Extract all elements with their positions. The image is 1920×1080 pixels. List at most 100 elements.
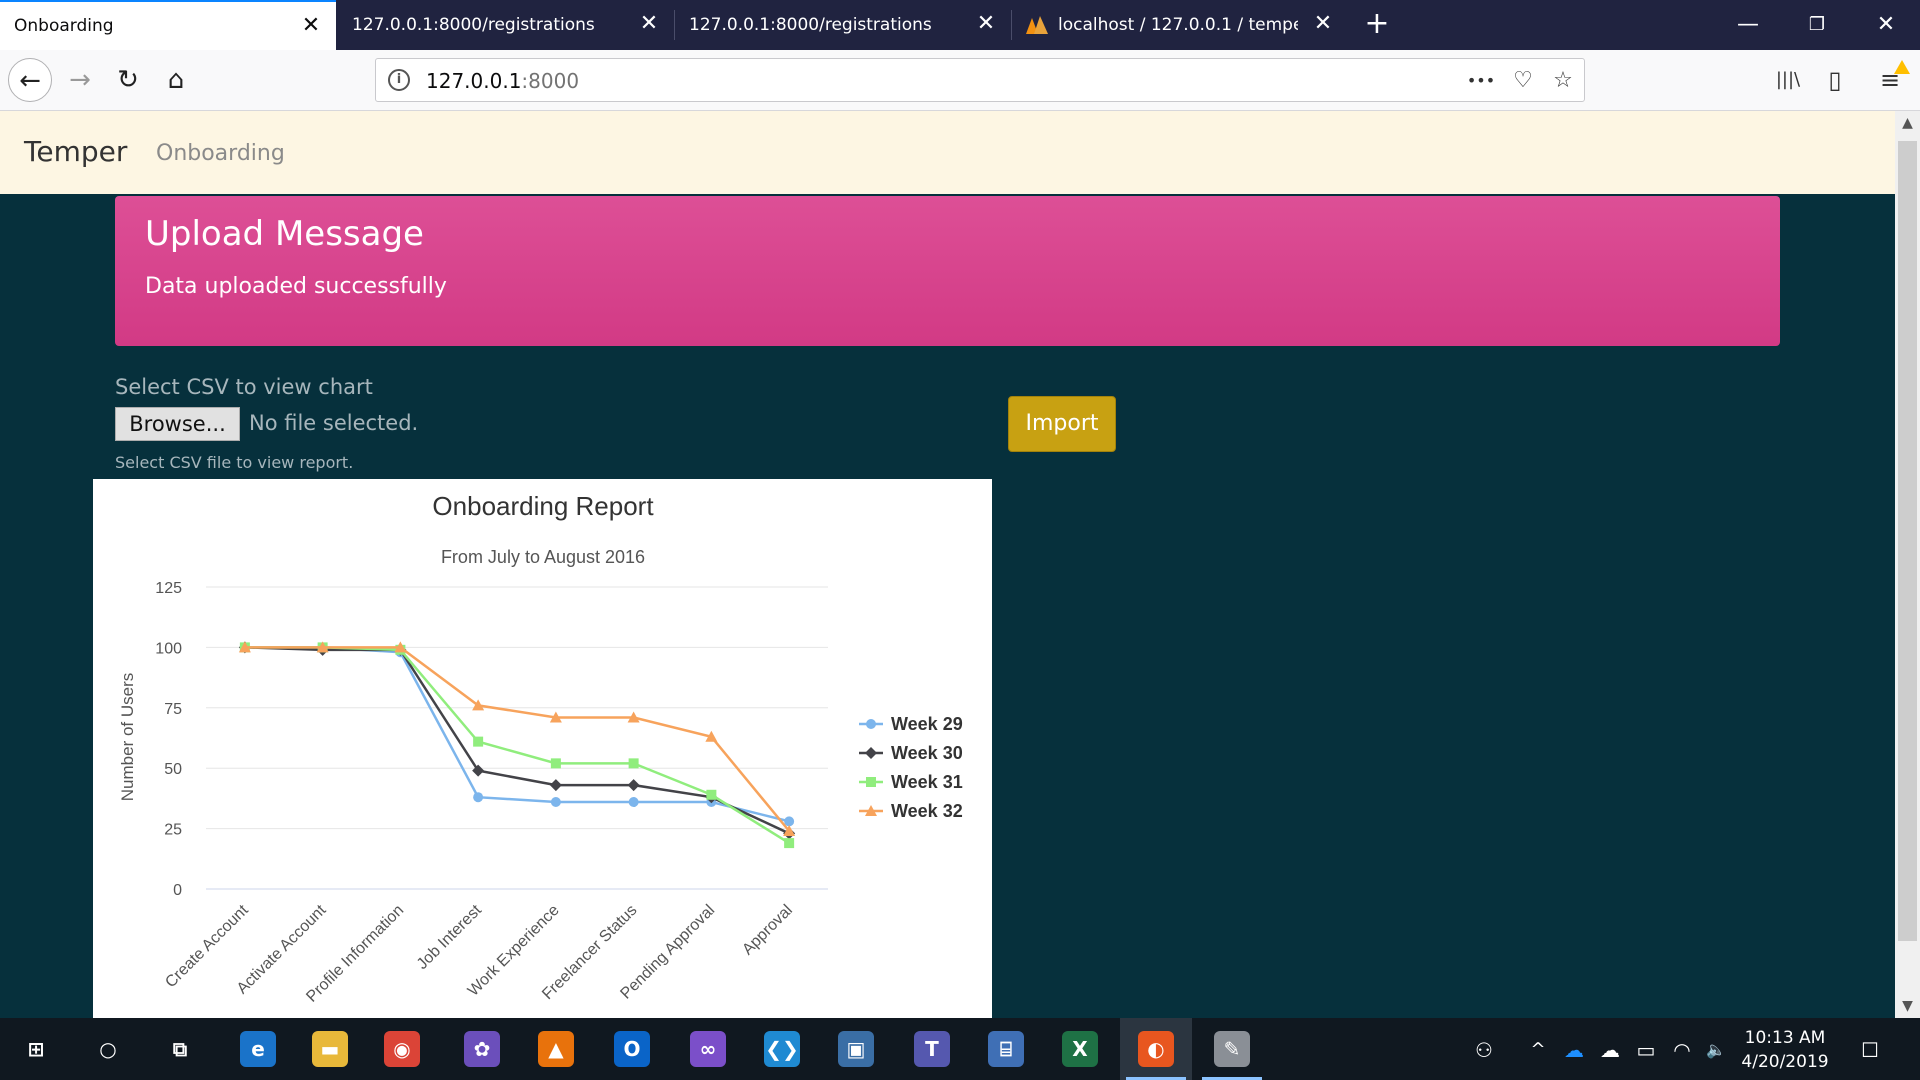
clock-time: 10:13 AM [1744,1028,1826,1048]
firefox-taskbar-icon[interactable]: ◐ [1120,1018,1192,1080]
nav-link-onboarding[interactable]: Onboarding [156,141,285,166]
scroll-down-icon[interactable]: ▼ [1895,994,1920,1018]
teams-taskbar-icon[interactable]: T [896,1018,968,1080]
restore-button[interactable]: ❐ [1787,0,1847,50]
bookmark-star-icon[interactable]: ☆ [1548,67,1578,95]
edge-taskbar-icon[interactable]: e [222,1018,294,1080]
file-status-text: No file selected. [249,411,419,435]
paint-icon: ✎ [1214,1031,1250,1067]
page-actions-icon[interactable]: ••• [1466,67,1496,95]
site-info-icon[interactable]: i [388,69,410,91]
menu-icon[interactable]: ≡ [1870,60,1910,100]
teams-icon: T [914,1031,950,1067]
pocket-icon[interactable]: ♡ [1508,67,1538,95]
data-point [549,779,562,792]
y-axis-ticks: 0 25 50 75 100 125 [155,580,182,899]
vlc-icon: ▲ [538,1031,574,1067]
forward-button[interactable]: → [58,58,102,102]
onedrive-icon[interactable]: ☁ [1560,1036,1588,1064]
remote-desktop-taskbar-icon[interactable]: ▣ [820,1018,892,1080]
legend-item[interactable]: Week 29 [891,714,963,734]
url-text[interactable]: 127.0.0.1:8000 [426,69,579,93]
series-line-week-31 [244,646,790,845]
chart-title: Onboarding Report [432,491,654,521]
site-navbar: Temper Onboarding [0,111,1895,194]
visual-studio-icon: ∞ [690,1031,726,1067]
library-icon[interactable]: |||\ [1768,60,1808,100]
upload-alert: Upload Message Data uploaded successfull… [115,196,1780,346]
legend-item[interactable]: Week 31 [891,772,963,792]
paint-3d-icon: ✿ [464,1031,500,1067]
alert-message: Data uploaded successfully [145,274,447,299]
y-tick-label: 100 [155,640,182,657]
browse-button[interactable]: Browse... [115,407,240,441]
new-tab-button[interactable]: + [1360,8,1394,42]
close-icon[interactable]: ✕ [300,15,322,37]
volume-icon[interactable]: 🔈 [1702,1036,1730,1064]
cloud-icon[interactable]: ☁ [1596,1036,1624,1064]
data-point [472,764,485,777]
address-bar[interactable]: i 127.0.0.1:8000 ••• ♡ ☆ [375,58,1585,102]
network-tool-taskbar-icon[interactable]: ⌸ [970,1018,1042,1080]
vertical-scrollbar[interactable]: ▲ ▼ [1895,111,1920,1018]
legend-item[interactable]: Week 32 [891,801,963,821]
scroll-thumb[interactable] [1898,141,1917,941]
task-view-taskbar-icon[interactable]: ⧉ [144,1018,216,1080]
reload-button[interactable]: ↻ [106,58,150,102]
phpmyadmin-icon [1026,16,1048,34]
alert-title: Upload Message [145,214,424,254]
show-hidden-icons-icon[interactable]: ^ [1524,1036,1552,1064]
tab-registrations-2[interactable]: 127.0.0.1:8000/registrations ✕ [675,0,1011,50]
minimize-button[interactable]: — [1718,0,1778,50]
excel-taskbar-icon[interactable]: X [1044,1018,1116,1080]
close-icon[interactable]: ✕ [1312,13,1334,35]
x-tick-label: Job Interest [414,901,486,973]
close-icon[interactable]: ✕ [975,13,997,35]
scroll-up-icon[interactable]: ▲ [1895,111,1920,135]
windows-start-taskbar-icon[interactable]: ⊞ [0,1018,72,1080]
outlook-icon: O [614,1031,650,1067]
site-brand[interactable]: Temper [24,135,127,168]
battery-icon[interactable]: ▭ [1632,1036,1660,1064]
vs-code-taskbar-icon[interactable]: ❮❯ [746,1018,818,1080]
legend-item[interactable]: Week 30 [891,743,963,763]
window-close-button[interactable]: ✕ [1856,0,1916,50]
data-point [627,779,640,792]
remote-desktop-icon: ▣ [838,1031,874,1067]
data-point [628,758,639,769]
page-content: Temper Onboarding Upload Message Data up… [0,111,1895,1018]
file-explorer-taskbar-icon[interactable]: ▬ [294,1018,366,1080]
x-tick-label: Create Account [162,901,252,991]
tab-strip: Onboarding ✕ 127.0.0.1:8000/registration… [0,0,1920,50]
clock-date: 4/20/2019 [1741,1052,1829,1072]
vlc-taskbar-icon[interactable]: ▲ [520,1018,592,1080]
notifications-icon[interactable]: ☐ [1856,1036,1884,1064]
wifi-icon[interactable]: ◠ [1668,1036,1696,1064]
navigation-toolbar: ← → ↻ ⌂ i 127.0.0.1:8000 ••• ♡ ☆ |||\ ▯ … [0,50,1920,111]
tab-title: localhost / 127.0.0.1 / temper / [1058,15,1298,35]
back-button[interactable]: ← [8,58,52,102]
people-icon[interactable]: ⚇ [1470,1036,1498,1064]
sidebar-icon[interactable]: ▯ [1815,60,1855,100]
close-icon[interactable]: ✕ [638,13,660,35]
tab-onboarding[interactable]: Onboarding ✕ [0,0,336,50]
outlook-taskbar-icon[interactable]: O [596,1018,668,1080]
warning-icon [1894,60,1910,74]
paint-3d-taskbar-icon[interactable]: ✿ [446,1018,518,1080]
clock[interactable]: 10:13 AM 4/20/2019 [1735,1026,1835,1074]
home-button[interactable]: ⌂ [154,58,198,102]
onboarding-chart: Onboarding Report From July to August 20… [93,479,992,1018]
network-tool-icon: ⌸ [988,1031,1024,1067]
y-tick-label: 125 [155,580,182,597]
import-button[interactable]: Import [1008,396,1116,452]
help-text: Select CSV file to view report. [115,453,354,472]
tab-phpmyadmin[interactable]: localhost / 127.0.0.1 / temper / ✕ [1012,0,1348,50]
tab-registrations-1[interactable]: 127.0.0.1:8000/registrations ✕ [338,0,674,50]
task-view-icon: ⧉ [162,1031,198,1067]
tab-title: Onboarding [14,16,114,36]
visual-studio-taskbar-icon[interactable]: ∞ [672,1018,744,1080]
chrome-taskbar-icon[interactable]: ◉ [366,1018,438,1080]
paint-taskbar-icon[interactable]: ✎ [1196,1018,1268,1080]
cortana-taskbar-icon[interactable]: ○ [72,1018,144,1080]
file-explorer-icon: ▬ [312,1031,348,1067]
